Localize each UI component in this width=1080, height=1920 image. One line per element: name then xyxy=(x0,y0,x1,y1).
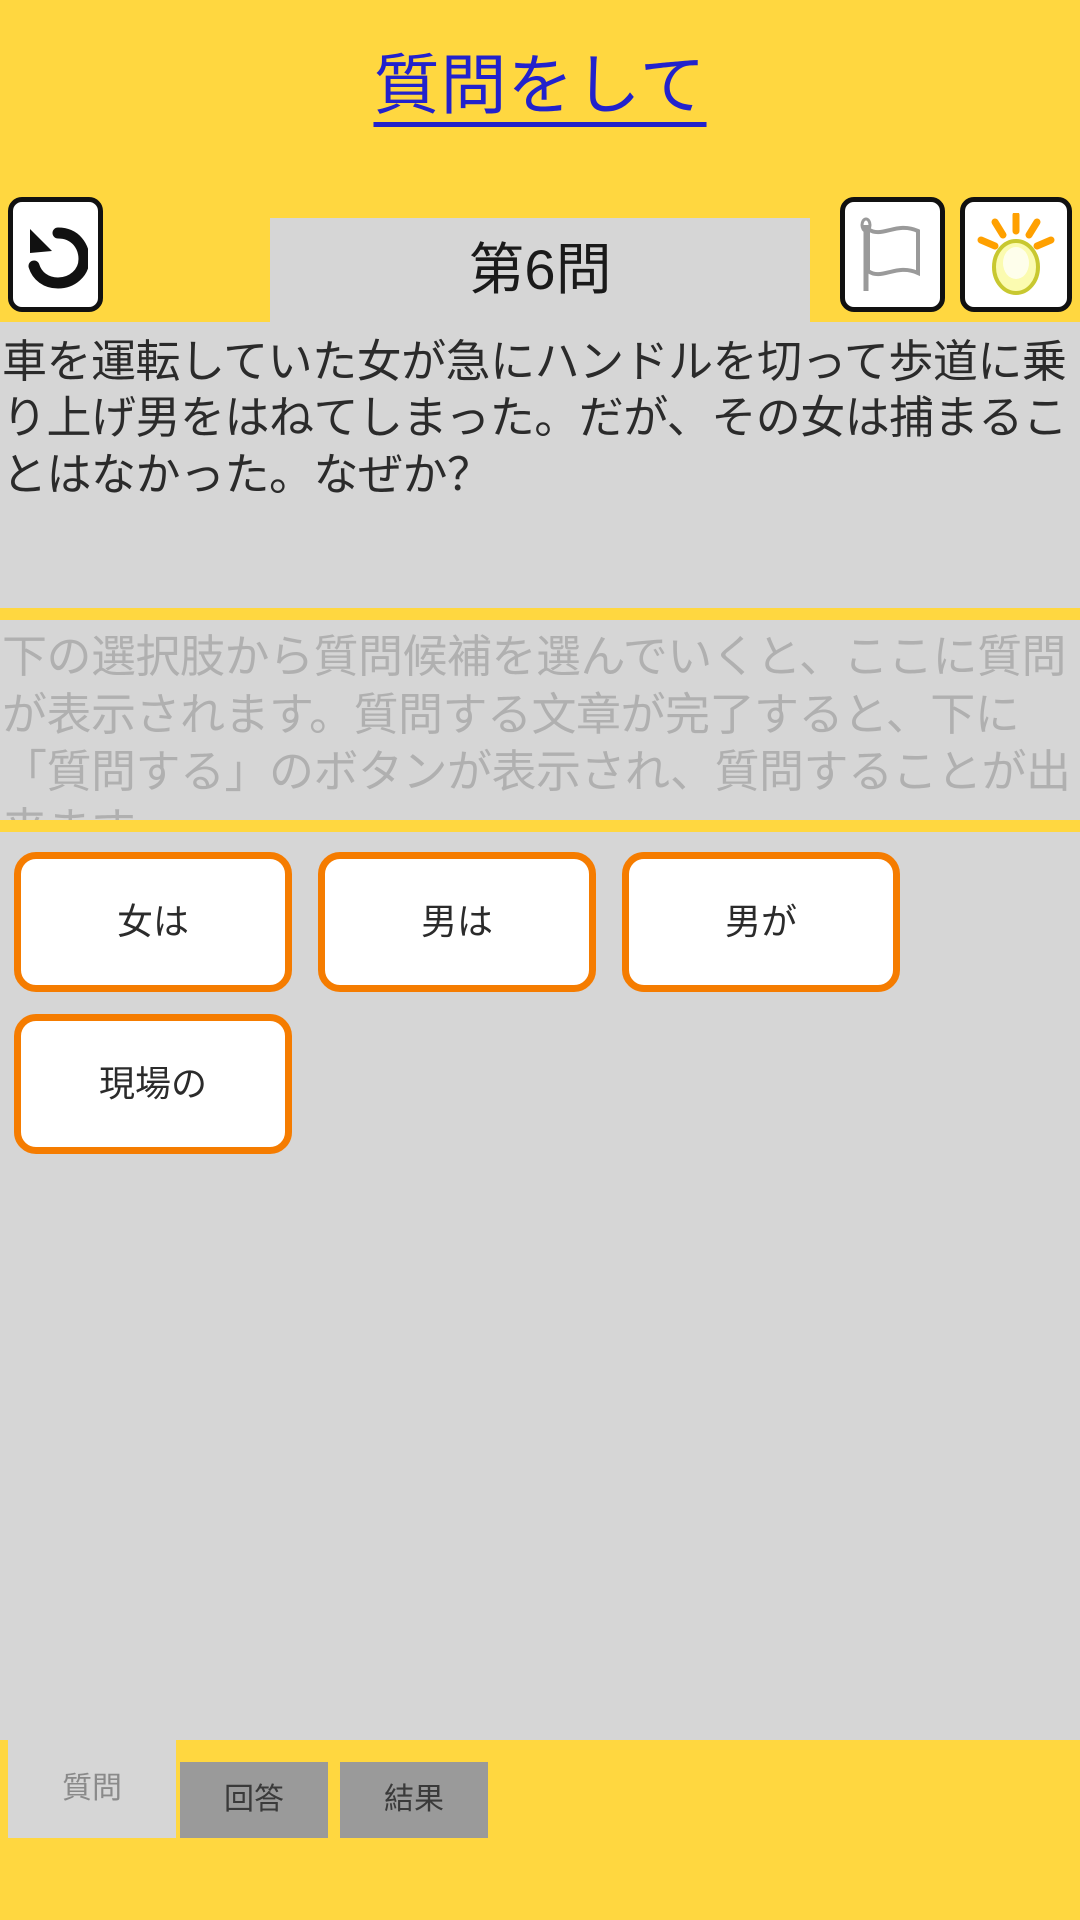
choice-label: 男が xyxy=(724,901,797,942)
title-bar: 質問をして xyxy=(0,0,1080,170)
choice-button[interactable]: 男は xyxy=(318,852,596,992)
tab-question-label: 質問 xyxy=(62,1772,122,1805)
choice-label: 現場の xyxy=(98,1063,207,1104)
toolbar: 第6問 xyxy=(0,170,1080,322)
question-panel: 車を運転していた女が急にハンドルを切って歩道に乗り上げ男をはねてしまった。だが、… xyxy=(0,322,1080,608)
divider-bottom xyxy=(0,820,1080,832)
app-root: 質問をして 第6問 車を運転していた女が急にハンドルを切って歩道に乗り上げ男をは… xyxy=(0,0,1080,1920)
flag-button[interactable] xyxy=(840,197,945,312)
tab-result[interactable]: 結果 xyxy=(340,1762,488,1838)
choice-label: 女は xyxy=(116,901,189,942)
flag-icon xyxy=(860,217,920,291)
choice-button[interactable]: 現場の xyxy=(14,1014,292,1154)
choice-buttons-panel: 女は 男は 男が 現場の xyxy=(0,832,1080,1740)
tab-answer-label: 回答 xyxy=(224,1783,284,1816)
tab-question[interactable]: 質問 xyxy=(8,1740,176,1838)
choice-label: 男は xyxy=(420,901,493,942)
composed-question-panel[interactable]: 下の選択肢から質問候補を選んでいくと、ここに質問が表示されます。質問する文章が完… xyxy=(0,620,1080,855)
divider-top xyxy=(0,608,1080,620)
tab-answer[interactable]: 回答 xyxy=(180,1762,328,1838)
question-number-label: 第6問 xyxy=(468,238,612,301)
tab-result-label: 結果 xyxy=(384,1783,444,1816)
question-text: 車を運転していた女が急にハンドルを切って歩道に乗り上げ男をはねてしまった。だが、… xyxy=(2,336,1068,500)
tab-bar: 質問 回答 結果 xyxy=(0,1740,1080,1920)
hint-button[interactable] xyxy=(960,197,1072,312)
page-title[interactable]: 質問をして xyxy=(373,52,706,118)
lightbulb-icon xyxy=(977,212,1055,295)
choice-button[interactable]: 女は xyxy=(14,852,292,992)
undo-button[interactable] xyxy=(8,197,103,312)
question-number-box: 第6問 xyxy=(270,218,810,322)
choice-button[interactable]: 男が xyxy=(622,852,900,992)
undo-arrow-icon xyxy=(28,227,88,289)
